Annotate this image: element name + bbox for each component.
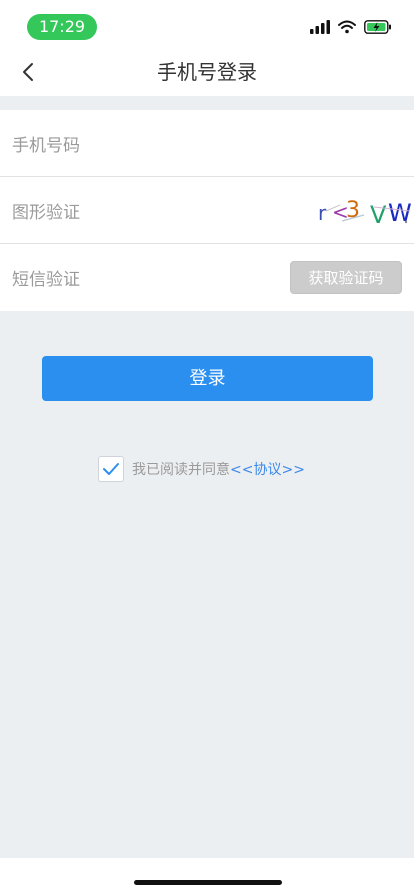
- signal-icon: [310, 19, 330, 38]
- agreement-row: 我已阅读并同意 <<协议>>: [98, 455, 305, 483]
- agreement-checkbox[interactable]: [98, 456, 124, 482]
- phone-label: 手机号码: [12, 135, 80, 156]
- get-code-button[interactable]: 获取验证码: [290, 261, 402, 294]
- bottom-bar: [0, 858, 414, 896]
- battery-charging-icon: [364, 19, 392, 38]
- checkmark-icon: [103, 463, 119, 475]
- login-button[interactable]: 登录: [42, 356, 373, 401]
- home-indicator[interactable]: [134, 880, 282, 885]
- svg-text:V: V: [370, 201, 387, 227]
- svg-text:W: W: [388, 199, 412, 227]
- captcha-image[interactable]: r < 3 V W: [312, 195, 412, 229]
- agreement-text: 我已阅读并同意: [132, 462, 230, 478]
- status-time: 17:29: [27, 14, 97, 40]
- sms-label: 短信验证: [12, 269, 80, 290]
- login-form: 手机号码 图形验证 r < 3 V W 短信验证 获取验证码: [0, 110, 414, 311]
- sms-field[interactable]: 短信验证 获取验证码: [0, 244, 414, 310]
- phone-field[interactable]: 手机号码: [0, 110, 414, 176]
- page-title: 手机号登录: [157, 60, 257, 84]
- status-bar: 17:29: [0, 0, 414, 48]
- captcha-field[interactable]: 图形验证 r < 3 V W: [0, 177, 414, 243]
- status-icons: [310, 19, 392, 38]
- captcha-label: 图形验证: [12, 202, 80, 223]
- svg-text:r: r: [318, 201, 327, 225]
- nav-bar: 手机号登录: [0, 48, 414, 96]
- wifi-icon: [338, 19, 356, 38]
- agreement-link[interactable]: <<协议>>: [230, 459, 305, 479]
